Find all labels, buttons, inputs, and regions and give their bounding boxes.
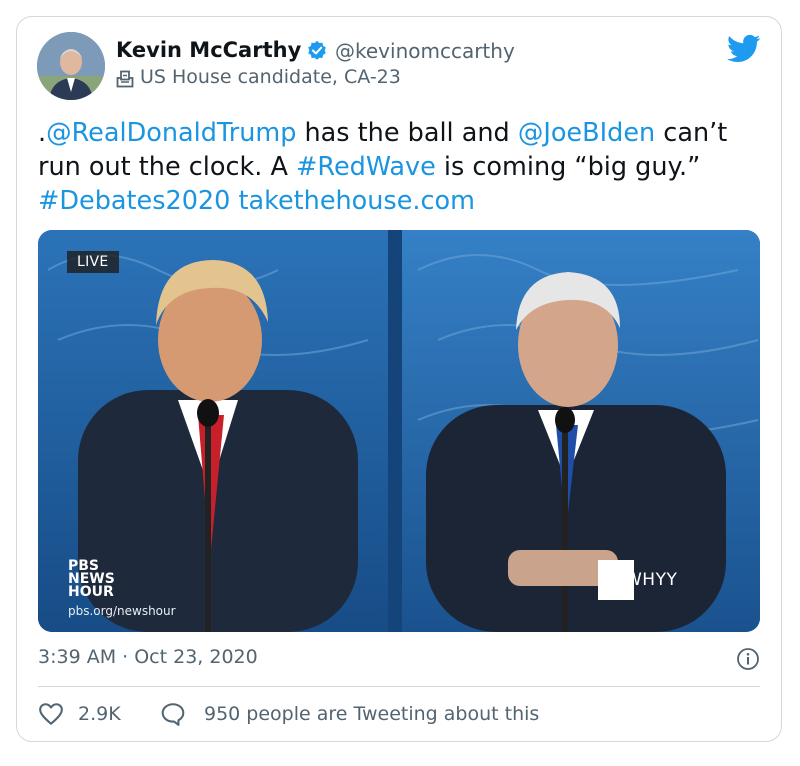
info-icon[interactable] — [736, 647, 760, 671]
divider — [38, 686, 760, 687]
pbs-url: pbs.org/newshour — [68, 604, 176, 618]
tweet-link[interactable]: takethehouse.com — [238, 186, 475, 216]
author-label: US House candidate, CA-23 — [140, 66, 401, 88]
live-badge: LIVE — [67, 251, 119, 273]
avatar[interactable] — [37, 32, 105, 100]
reply-bubble-icon[interactable] — [160, 702, 186, 726]
tweet-text-segment: . — [38, 118, 47, 148]
tweet-link[interactable]: @RealDonaldTrump — [46, 118, 296, 148]
tweet-timestamp[interactable]: 3:39 AM · Oct 23, 2020 — [38, 646, 258, 668]
heart-icon[interactable] — [38, 702, 64, 726]
tweet-link[interactable]: #Debates2020 — [38, 186, 230, 216]
pbs-logo-line: HOUR — [68, 584, 114, 600]
discussion-link[interactable]: 950 people are Tweeting about this — [204, 703, 539, 725]
tweet-link[interactable]: #RedWave — [296, 152, 436, 182]
twitter-bird-icon[interactable] — [727, 34, 761, 64]
tweet-link[interactable]: @JoeBIden — [518, 118, 655, 148]
tweet-text-segment: has the ball and — [296, 118, 518, 148]
author-handle[interactable]: @kevinomccarthy — [335, 39, 515, 63]
ballot-box-icon — [116, 70, 134, 88]
verified-badge-icon — [308, 40, 326, 60]
tweet-text-segment: is coming “big guy.” — [435, 152, 701, 182]
like-count[interactable]: 2.9K — [78, 703, 121, 725]
author-name[interactable]: Kevin McCarthy — [116, 38, 301, 62]
tweet-text: .@RealDonaldTrump has the ball and @JoeB… — [38, 116, 768, 218]
station-logo: WHYY — [625, 570, 678, 590]
pbs-newshour-logo: PBS NEWS HOUR — [68, 559, 115, 600]
